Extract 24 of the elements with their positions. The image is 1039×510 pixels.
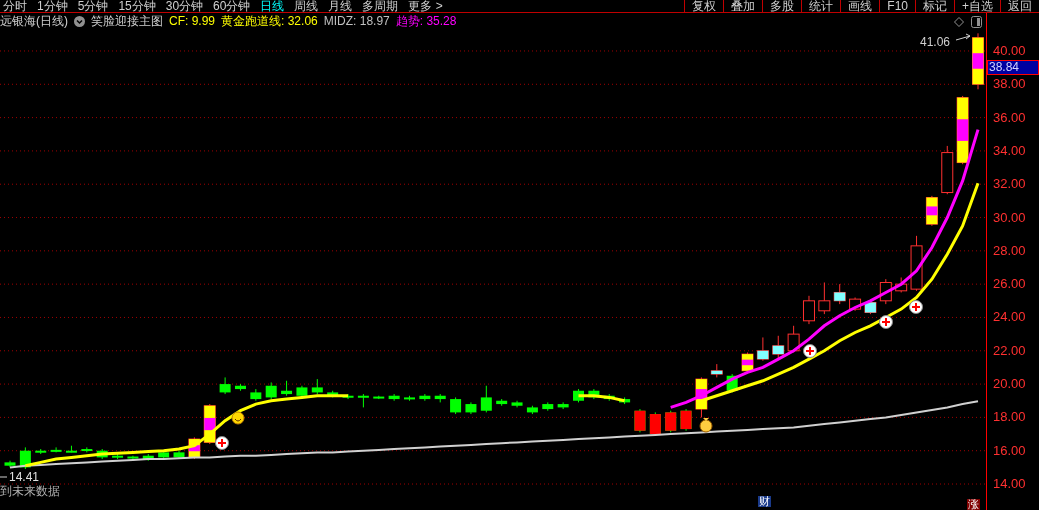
axis-label: 20.00 xyxy=(993,377,1026,392)
axis-label: 34.00 xyxy=(993,143,1026,158)
indicator-value: CF: 9.99 xyxy=(169,14,216,28)
axis-label: 18.00 xyxy=(993,410,1026,425)
current-price-tag: 38.84 xyxy=(987,60,1039,75)
low-price-label: 14.41 xyxy=(9,471,40,484)
axis-label: 22.00 xyxy=(993,343,1026,358)
axis-label: 36.00 xyxy=(993,110,1026,125)
indicator-value: 趋势: 35.28 xyxy=(395,14,457,28)
high-price-label: 41.06 xyxy=(920,34,951,51)
axis-label: 40.00 xyxy=(993,43,1026,58)
axis-label: 28.00 xyxy=(993,243,1026,258)
axis-label: 24.00 xyxy=(993,310,1026,325)
axis-label: 26.00 xyxy=(993,277,1026,292)
indicator-value: MIDZ: 18.97 xyxy=(323,14,390,28)
axis-label: 16.00 xyxy=(993,443,1026,458)
axis-label: 32.00 xyxy=(993,177,1026,192)
axis-label: 14.00 xyxy=(993,477,1026,491)
indicator-name: 笑脸迎接主图 xyxy=(91,14,163,28)
axis-label: 38.00 xyxy=(993,77,1026,92)
indicator-value: 黄金跑道线: 32.06 xyxy=(221,14,318,28)
future-data-note: 到未来数据 xyxy=(0,484,60,498)
chart-title: 远银海(日线) xyxy=(0,14,68,28)
axis-label: 30.00 xyxy=(993,210,1026,225)
